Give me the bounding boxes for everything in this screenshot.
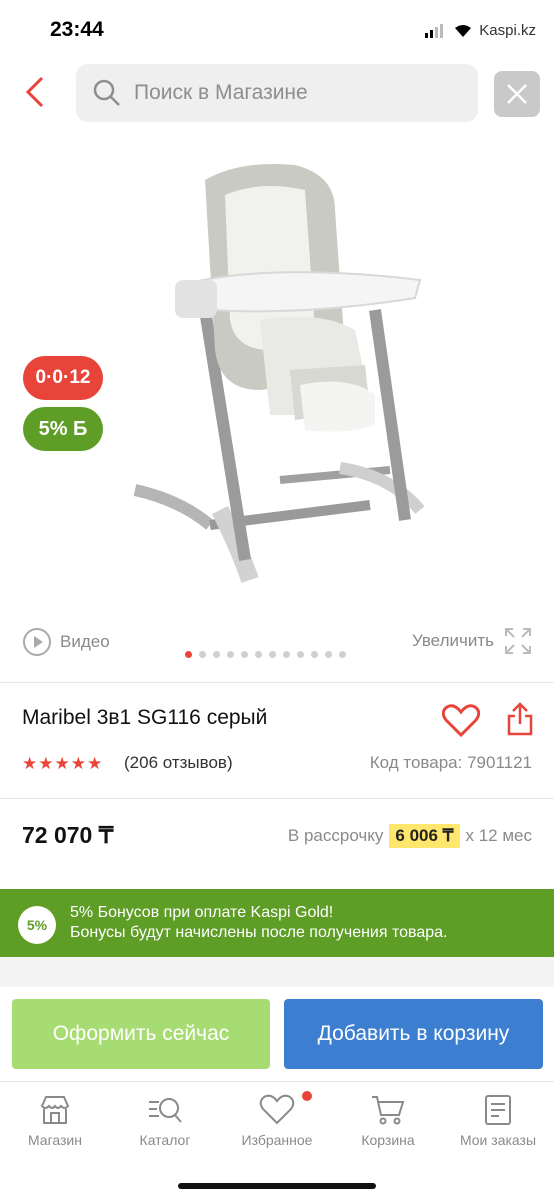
favorites-notification-dot	[302, 1091, 312, 1101]
bonus-percent-badge: 5%	[18, 906, 56, 944]
close-icon	[507, 84, 527, 104]
spacer-band	[0, 957, 554, 987]
video-label: Видео	[60, 632, 110, 651]
nav-item-favorites[interactable]: Избранное	[222, 1094, 332, 1148]
rating-stars: ★★★★★	[22, 754, 104, 773]
nav-label: Магазин	[27, 1132, 82, 1148]
gallery-dot[interactable]	[269, 651, 276, 658]
gallery-dots[interactable]	[185, 651, 346, 658]
product-image[interactable]	[120, 150, 440, 610]
gallery-dot[interactable]	[297, 651, 304, 658]
home-indicator	[178, 1183, 376, 1189]
bonus-badge: 5% Б	[23, 407, 103, 451]
gallery-dot[interactable]	[311, 651, 318, 658]
back-arrow-icon[interactable]	[18, 72, 58, 112]
product-title: Maribel 3в1 SG116 серый	[22, 706, 268, 729]
gallery-dot[interactable]	[199, 651, 206, 658]
gallery-dot[interactable]	[185, 651, 192, 658]
video-button[interactable]: Видео	[22, 627, 110, 657]
cart-icon	[372, 1096, 405, 1125]
share-icon[interactable]	[506, 702, 534, 736]
nav-label: Мои заказы	[459, 1132, 537, 1148]
orders-icon	[485, 1095, 511, 1125]
gallery-dot[interactable]	[325, 651, 332, 658]
add-to-cart-button[interactable]: Добавить в корзину	[284, 999, 543, 1069]
search-input[interactable]: Поиск в Магазине	[76, 64, 478, 122]
installment-amount: 6 006 ₸	[389, 824, 460, 848]
nav-item-cart[interactable]: Корзина	[333, 1094, 443, 1148]
carrier-label: Kaspi.kz	[479, 22, 536, 39]
gallery-dot[interactable]	[241, 651, 248, 658]
zoom-button[interactable]: Увеличить	[412, 627, 532, 655]
installment-info[interactable]: В рассрочку 6 006 ₸ x 12 мес	[288, 824, 532, 848]
expand-icon	[505, 628, 531, 654]
nav-label: Каталог	[139, 1132, 191, 1148]
catalog-search-icon	[149, 1098, 182, 1123]
search-placeholder: Поиск в Магазине	[134, 81, 308, 104]
product-code: Код товара: 7901121	[369, 753, 532, 772]
divider	[0, 682, 554, 683]
gallery-dot[interactable]	[283, 651, 290, 658]
status-icons: Kaspi.kz	[425, 22, 536, 39]
installment-prefix: В рассрочку	[287, 826, 384, 845]
favorite-heart-icon[interactable]	[442, 704, 480, 738]
heart-icon	[259, 1094, 295, 1125]
installment-suffix: x 12 мес	[465, 826, 533, 845]
zoom-label: Увеличить	[412, 631, 494, 650]
status-time: 23:44	[50, 18, 104, 41]
gallery-dot[interactable]	[255, 651, 262, 658]
signal-icon	[425, 23, 444, 38]
search-icon	[93, 79, 120, 106]
nav-item-orders[interactable]: Мои заказы	[443, 1094, 553, 1148]
bonus-banner: 5% 5% Бонусов при оплате Kaspi Gold! Бон…	[0, 889, 554, 957]
nav-item-store[interactable]: Магазин	[0, 1094, 110, 1148]
wifi-icon	[455, 25, 472, 37]
nav-label: Корзина	[361, 1132, 415, 1148]
bonus-line-1: 5% Бонусов при оплате Kaspi Gold!	[70, 904, 334, 921]
close-button[interactable]	[494, 71, 540, 117]
store-icon	[40, 1096, 70, 1124]
nav-item-catalog[interactable]: Каталог	[110, 1094, 220, 1148]
nav-label: Избранное	[241, 1132, 313, 1148]
reviews-link[interactable]: (206 отзывов)	[124, 753, 233, 773]
gallery-dot[interactable]	[339, 651, 346, 658]
bonus-line-2: Бонусы будут начислены после получения т…	[70, 924, 448, 941]
play-icon	[23, 628, 51, 656]
divider	[0, 798, 554, 799]
gallery-dot[interactable]	[213, 651, 220, 658]
gallery-dot[interactable]	[227, 651, 234, 658]
installment-badge: 0·0·12	[23, 356, 103, 400]
buy-now-button[interactable]: Оформить сейчас	[12, 999, 270, 1069]
product-price: 72 070 ₸	[22, 822, 114, 848]
